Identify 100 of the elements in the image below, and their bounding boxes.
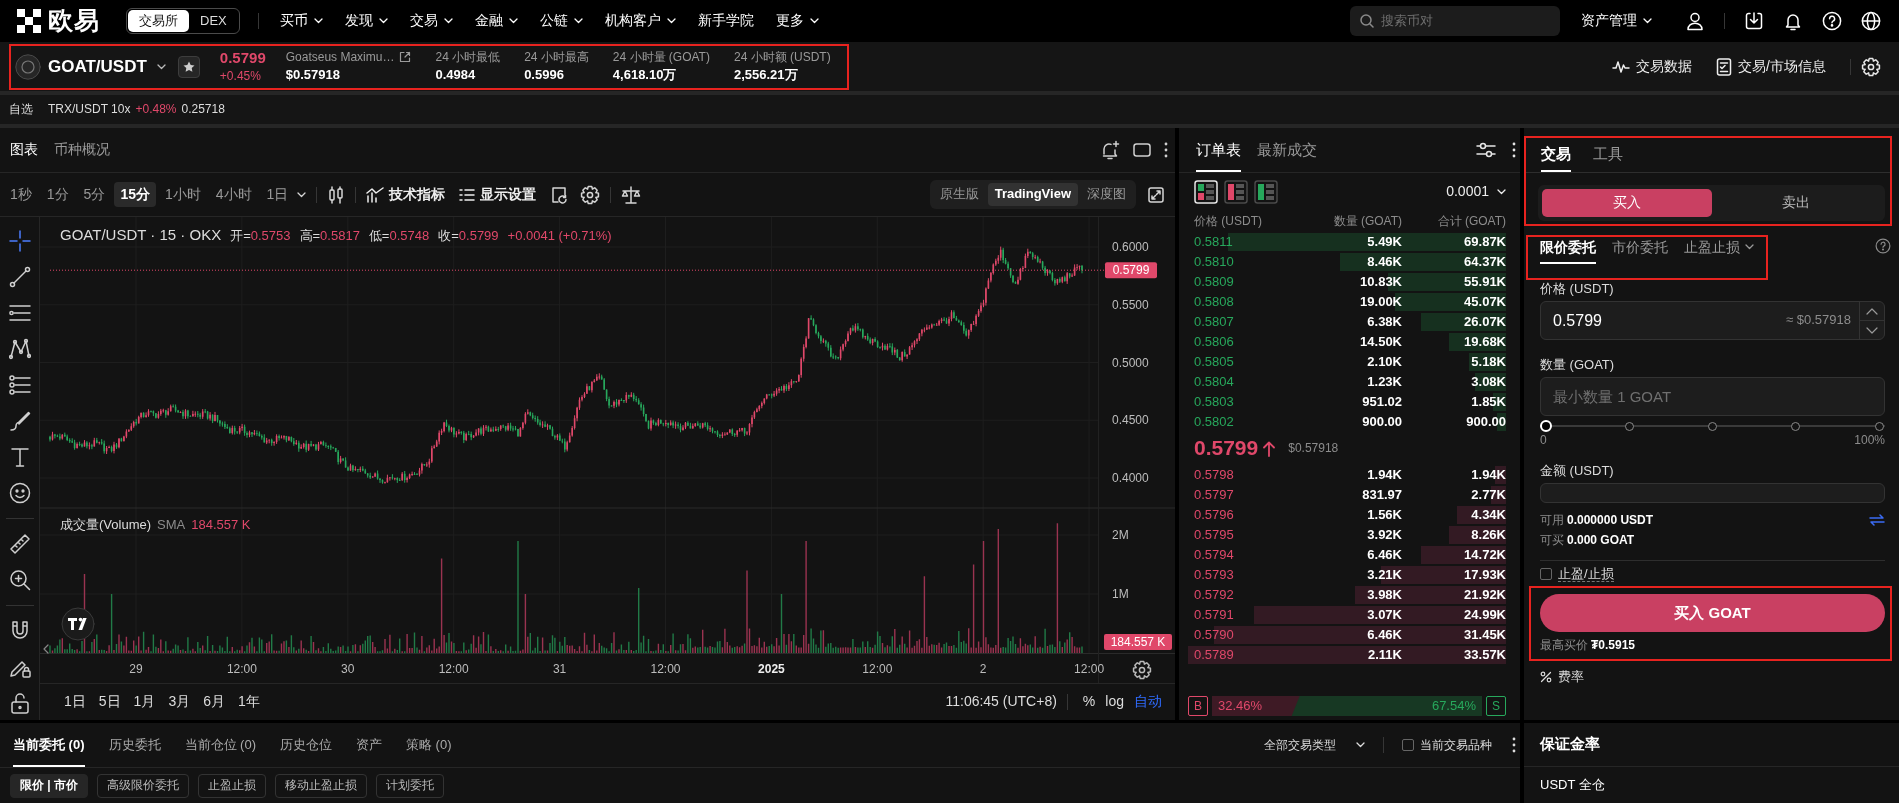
chart-tab[interactable]: 币种概况 [54, 128, 110, 172]
swap-icon[interactable] [1869, 514, 1885, 526]
order-book-tab[interactable]: 订单表 [1196, 128, 1241, 172]
interval-button[interactable]: 1分 [40, 181, 75, 208]
order-book-row[interactable]: 0.5804 1.23K 3.08K [1188, 372, 1506, 392]
order-book-row[interactable]: 0.5806 14.50K 19.68K [1188, 332, 1506, 352]
candlestick-icon[interactable] [327, 185, 346, 204]
view-tab[interactable]: 深度图 [1080, 183, 1133, 206]
buy-button[interactable]: 买入 GOAT [1540, 594, 1885, 632]
favorite-pair[interactable]: TRX/USDT 10x [48, 102, 131, 117]
trade-tab[interactable]: 工具 [1593, 138, 1623, 172]
chevron-left-icon[interactable] [43, 644, 49, 654]
search-field[interactable]: 搜索币对 [1350, 6, 1560, 36]
precision-select[interactable]: 0.0001 [1446, 183, 1506, 201]
order-filter-button[interactable]: 计划委托 [376, 773, 445, 798]
mode-tab[interactable]: 交易所 [128, 10, 189, 32]
bell-icon[interactable] [1783, 11, 1803, 31]
external-link-icon[interactable] [399, 51, 412, 64]
nav-menu-item[interactable]: 金融 [463, 0, 529, 42]
smiley-icon[interactable] [8, 482, 31, 504]
range-button[interactable]: 1日 [58, 688, 92, 716]
more-icon[interactable] [1512, 142, 1516, 158]
view-tab[interactable]: TradingView [987, 183, 1078, 206]
orders-tab[interactable]: 资产 [356, 723, 382, 767]
favorite-button[interactable] [177, 55, 200, 78]
order-book-row[interactable]: 0.5809 10.83K 55.91K [1188, 272, 1506, 292]
user-icon[interactable] [1685, 11, 1705, 31]
pair-name[interactable]: GOAT/USDT [48, 55, 147, 78]
orders-tab[interactable]: 当前委托 (0) [13, 723, 85, 767]
order-book-row[interactable]: 0.5797 831.97 2.77K [1188, 485, 1506, 505]
interval-button[interactable]: 1秒 [4, 181, 38, 208]
lock-icon[interactable] [8, 692, 31, 714]
order-book-row[interactable]: 0.5802 900.00 900.00 [1188, 412, 1506, 432]
price-input[interactable]: 0.5799 [1553, 310, 1787, 331]
nav-menu-item[interactable]: 买币 [268, 0, 334, 42]
order-filter-button[interactable]: 高级限价委托 [97, 773, 190, 798]
order-type-tab[interactable]: 止盈止损 [1684, 237, 1754, 264]
order-book-tab[interactable]: 最新成交 [1257, 128, 1317, 172]
document-refresh-icon[interactable] [550, 185, 569, 204]
order-book-row[interactable]: 0.5795 3.92K 8.26K [1188, 525, 1506, 545]
zoom-in-icon[interactable] [8, 569, 31, 591]
info-link[interactable]: 交易/市场信息 [1716, 57, 1826, 76]
order-book-row[interactable]: 0.5803 951.02 1.85K [1188, 392, 1506, 412]
mode-tab[interactable]: DEX [189, 10, 238, 32]
brush-icon[interactable] [8, 410, 31, 432]
search-input[interactable]: 搜索币对 [1381, 12, 1550, 30]
order-filter-button[interactable]: 移动止盈止损 [275, 773, 368, 798]
info-link[interactable]: 交易数据 [1612, 57, 1693, 76]
globe-icon[interactable] [1861, 11, 1881, 31]
zigzag-icon[interactable] [8, 338, 31, 360]
side-button[interactable]: 买入 [1542, 189, 1712, 217]
slider-thumb[interactable] [1540, 420, 1552, 432]
checkbox[interactable] [1402, 739, 1414, 751]
slider-step-dot[interactable] [1708, 421, 1717, 431]
orders-tab[interactable]: 历史委托 [108, 723, 161, 767]
filter-icon[interactable] [1476, 141, 1496, 159]
interval-button[interactable]: 4小时 [209, 181, 258, 208]
settings-icon[interactable] [1132, 660, 1152, 680]
order-book-row[interactable]: 0.5808 19.00K 45.07K [1188, 292, 1506, 312]
amount-input-field[interactable]: 最小数量 1 GOAT [1540, 377, 1885, 416]
interval-button[interactable]: 1日 [260, 181, 295, 208]
view-tab[interactable]: 原生版 [932, 183, 986, 206]
more-icon[interactable] [1512, 737, 1516, 753]
nav-menu-item[interactable]: 发现 [333, 0, 399, 42]
total-input-field[interactable] [1540, 483, 1885, 503]
interval-button[interactable]: 5分 [77, 181, 112, 208]
order-book-row[interactable]: 0.5798 1.94K 1.94K [1188, 465, 1506, 485]
bullet-lines-icon[interactable] [8, 374, 31, 396]
window-icon[interactable] [1133, 143, 1151, 157]
toolbar-button[interactable]: 技术指标 [366, 185, 446, 204]
order-book-row[interactable]: 0.5789 2.11K 33.57K [1188, 645, 1506, 665]
order-book-row[interactable]: 0.5811 5.49K 69.87K [1188, 232, 1506, 252]
range-button[interactable]: 3月 [162, 688, 197, 716]
slider-step-dot[interactable] [1874, 421, 1884, 431]
slider-step-dot[interactable] [1791, 421, 1801, 431]
range-button[interactable]: 5日 [92, 688, 127, 716]
expand-icon[interactable] [1148, 186, 1164, 203]
nav-menu-item[interactable]: 更多 [764, 0, 830, 42]
order-type-tab[interactable]: 限价委托 [1540, 237, 1596, 264]
assets-menu[interactable]: 资产管理 [1570, 0, 1663, 42]
horizontal-lines-icon[interactable] [8, 302, 31, 324]
toolbar-button[interactable]: 显示设置 [459, 185, 537, 204]
order-book-row[interactable]: 0.5810 8.46K 64.37K [1188, 252, 1506, 272]
order-type-tab[interactable]: 市价委托 [1612, 237, 1668, 264]
order-book-row[interactable]: 0.5807 6.38K 26.07K [1188, 312, 1506, 332]
orders-tab[interactable]: 当前仓位 (0) [184, 723, 256, 767]
order-filter-button[interactable]: 限价 | 市价 [10, 773, 89, 798]
order-book-row[interactable]: 0.5791 3.07K 24.99K [1188, 605, 1506, 625]
orders-tab[interactable]: 历史仓位 [280, 723, 332, 767]
range-button[interactable]: 1月 [127, 688, 162, 716]
order-book-layout-icon[interactable] [1254, 180, 1278, 204]
crosshair-icon[interactable] [8, 230, 31, 252]
bell-plus-icon[interactable] [1100, 140, 1120, 160]
ruler-icon[interactable] [8, 533, 31, 555]
order-filter-button[interactable]: 止盈止损 [198, 773, 267, 798]
slider-step-dot[interactable] [1624, 421, 1634, 431]
checkbox[interactable] [1540, 568, 1552, 580]
order-book-row[interactable]: 0.5792 3.98K 21.92K [1188, 585, 1506, 605]
trade-tab[interactable]: 交易 [1541, 138, 1571, 172]
balance-scale-icon[interactable] [621, 185, 642, 204]
